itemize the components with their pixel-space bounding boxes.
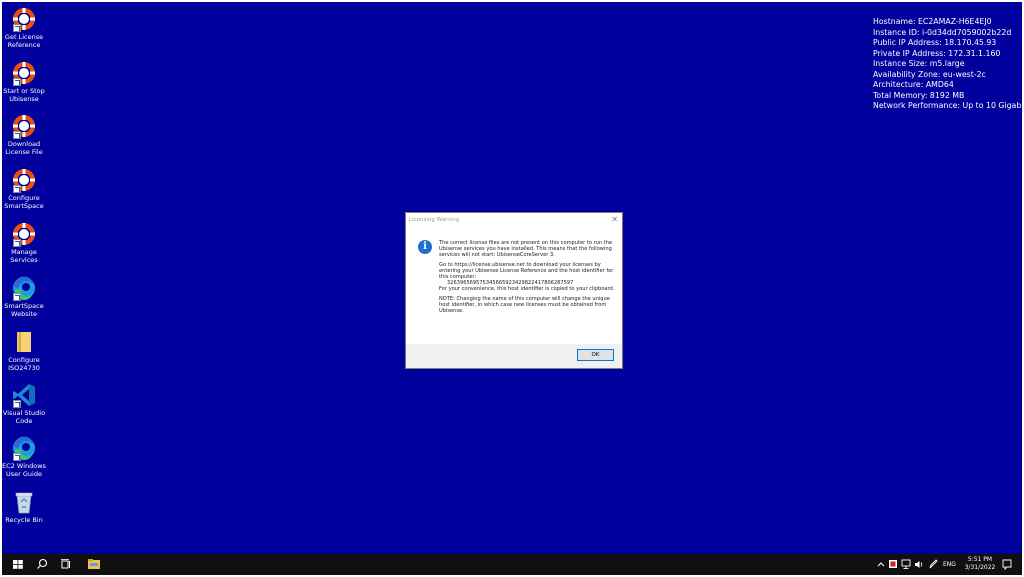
ok-button[interactable]: OK — [577, 349, 614, 361]
lifebuoy-icon — [11, 113, 37, 139]
network-button[interactable] — [900, 554, 912, 575]
lifebuoy-icon — [11, 60, 37, 86]
volume-button[interactable] — [913, 554, 925, 575]
desktop-icon-label: EC2 Windows User Guide — [2, 462, 46, 478]
desktop-icon-configure-iso24730[interactable]: Configure ISO24730 — [2, 329, 46, 372]
sysinfo-instance-id: Instance ID: i-0d34dd7059002b22d — [873, 27, 1012, 37]
dialog-paragraph: Go to https://license.ubisense.net to do… — [439, 262, 614, 280]
lifebuoy-icon — [11, 167, 37, 193]
speaker-icon — [915, 561, 923, 568]
close-icon[interactable]: ✕ — [611, 213, 618, 227]
file-explorer-icon — [88, 559, 100, 569]
folder-icon — [11, 329, 37, 355]
windows-logo-icon — [13, 560, 23, 569]
sysinfo-total-memory: Total Memory: 8192 MB — [873, 90, 965, 100]
dialog-titlebar[interactable]: Licensing Warning ✕ — [406, 213, 622, 227]
desktop-icon-label: Recycle Bin — [5, 516, 43, 524]
shortcut-arrow-icon — [13, 400, 21, 408]
search-icon — [37, 558, 48, 569]
desktop-icon-label: SmartSpace Website — [4, 302, 44, 318]
desktop: Get License Reference Start or Stop Ubis… — [2, 2, 1022, 575]
show-hidden-icons-button[interactable] — [876, 554, 886, 575]
pen-icon — [929, 559, 938, 569]
info-icon: i — [418, 240, 432, 254]
dialog-title: Licensing Warning — [409, 217, 460, 223]
clock[interactable]: 5:51 PM 3/31/2022 — [964, 554, 996, 575]
input-language-indicator[interactable]: ENG — [943, 554, 959, 575]
desktop-icon-label: Configure ISO24730 — [8, 356, 40, 372]
vscode-icon — [11, 382, 37, 408]
task-view-icon — [61, 559, 70, 569]
desktop-icon-get-license-reference[interactable]: Get License Reference — [2, 6, 46, 49]
desktop-icon-label: Visual Studio Code — [2, 409, 46, 425]
shortcut-arrow-icon — [13, 131, 21, 139]
clock-time: 5:51 PM — [967, 556, 993, 563]
lifebuoy-icon — [11, 6, 37, 32]
search-button[interactable] — [34, 554, 50, 575]
sysinfo-availability-zone: Availability Zone: eu-west-2c — [873, 69, 986, 79]
sysinfo-architecture: Architecture: AMD64 — [873, 80, 954, 89]
edge-icon — [11, 275, 37, 301]
edge-icon — [11, 435, 37, 461]
task-view-button[interactable] — [58, 554, 74, 575]
desktop-icon-configure-smartspace[interactable]: Configure SmartSpace — [2, 167, 46, 210]
desktop-icon-visual-studio-code[interactable]: Visual Studio Code — [2, 382, 46, 425]
desktop-icon-label: Download License File — [5, 140, 43, 156]
dialog-paragraph: For your convenience, this host identifi… — [439, 286, 615, 292]
chevron-up-icon — [877, 562, 885, 567]
tray-app-button[interactable] — [887, 554, 899, 575]
desktop-icon-recycle-bin[interactable]: Recycle Bin — [2, 489, 46, 525]
shortcut-arrow-icon — [13, 453, 21, 461]
desktop-icon-start-stop-ubisense[interactable]: Start or Stop Ubisense — [2, 60, 46, 103]
desktop-icon-manage-services[interactable]: Manage Services — [2, 221, 46, 264]
network-icon — [901, 559, 911, 569]
desktop-icon-label: Get License Reference — [4, 33, 44, 49]
sysinfo-network-performance: Network Performance: Up to 10 Gigabit — [873, 101, 1022, 110]
dialog-paragraph: The correct license files are not presen… — [439, 240, 613, 258]
start-button[interactable] — [9, 554, 27, 575]
desktop-icon-download-license-file[interactable]: Download License File — [2, 113, 46, 156]
shortcut-arrow-icon — [13, 24, 21, 32]
lifebuoy-icon — [11, 221, 37, 247]
system-info-panel: Hostname: EC2AMAZ-H6E4EJ0 Instance ID: i… — [873, 17, 1022, 112]
pen-workspace-button[interactable] — [927, 554, 939, 575]
shortcut-arrow-icon — [13, 78, 21, 86]
desktop-icon-label: Start or Stop Ubisense — [3, 87, 45, 103]
shortcut-arrow-icon — [13, 185, 21, 193]
shortcut-arrow-icon — [13, 293, 21, 301]
desktop-icon-label: Configure SmartSpace — [4, 194, 44, 210]
desktop-icon-smartspace-website[interactable]: SmartSpace Website — [2, 275, 46, 318]
desktop-icon-ec2-windows-user-guide[interactable]: EC2 Windows User Guide — [2, 435, 46, 478]
licensing-warning-dialog: Licensing Warning ✕ i The correct licens… — [405, 212, 623, 369]
recycle-bin-icon — [11, 489, 37, 515]
file-explorer-button[interactable] — [84, 554, 104, 575]
sysinfo-hostname: Hostname: EC2AMAZ-H6E4EJ0 — [873, 17, 992, 26]
sysinfo-private-ip: Private IP Address: 172.31.1.160 — [873, 48, 1001, 58]
action-center-button[interactable] — [1000, 554, 1014, 575]
notification-icon — [1002, 559, 1012, 571]
shortcut-arrow-icon — [13, 239, 21, 247]
clock-date: 3/31/2022 — [964, 564, 996, 571]
dialog-message: The correct license files are not presen… — [439, 240, 619, 318]
dialog-paragraph: NOTE: Changing the name of this computer… — [439, 296, 610, 314]
sysinfo-public-ip: Public IP Address: 18.170.45.93 — [873, 38, 997, 47]
dialog-footer: OK — [406, 344, 622, 368]
tray-app-icon — [889, 560, 897, 568]
taskbar: ENG 5:51 PM 3/31/2022 — [2, 554, 1022, 575]
sysinfo-instance-size: Instance Size: m5.large — [873, 59, 965, 68]
desktop-icon-label: Manage Services — [10, 248, 38, 264]
